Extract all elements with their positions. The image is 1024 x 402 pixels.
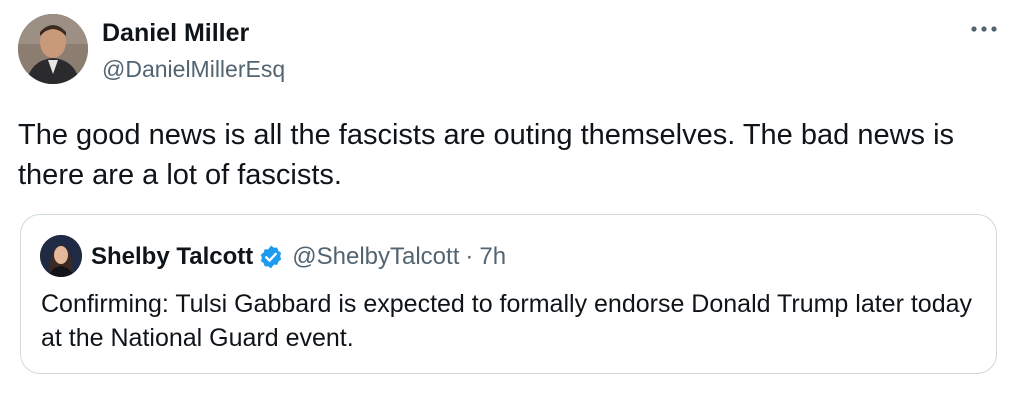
author-avatar[interactable] — [18, 14, 88, 84]
quoted-author-name[interactable]: Shelby Talcott — [91, 243, 253, 271]
author-name[interactable]: Daniel Miller — [102, 18, 249, 48]
more-options-icon[interactable] — [970, 22, 998, 36]
separator-dot: · — [465, 243, 474, 270]
tweet-card: Daniel Miller @DanielMillerEsq The good … — [0, 0, 1024, 402]
quoted-author-handle[interactable]: @ShelbyTalcott — [292, 243, 459, 271]
quoted-tweet-text: Confirming: Tulsi Gabbard is expected to… — [41, 290, 973, 352]
quoted-author-avatar[interactable] — [40, 235, 82, 277]
quoted-tweet-header: Shelby Talcott @ShelbyTalcott · 7h — [91, 241, 506, 273]
quoted-tweet[interactable]: Shelby Talcott @ShelbyTalcott · 7h Confi… — [20, 214, 997, 374]
quoted-timestamp[interactable]: 7h — [479, 243, 506, 271]
author-handle[interactable]: @DanielMillerEsq — [102, 55, 285, 83]
verified-badge-icon — [258, 244, 284, 270]
tweet-text: The good news is all the fascists are ou… — [18, 119, 955, 191]
